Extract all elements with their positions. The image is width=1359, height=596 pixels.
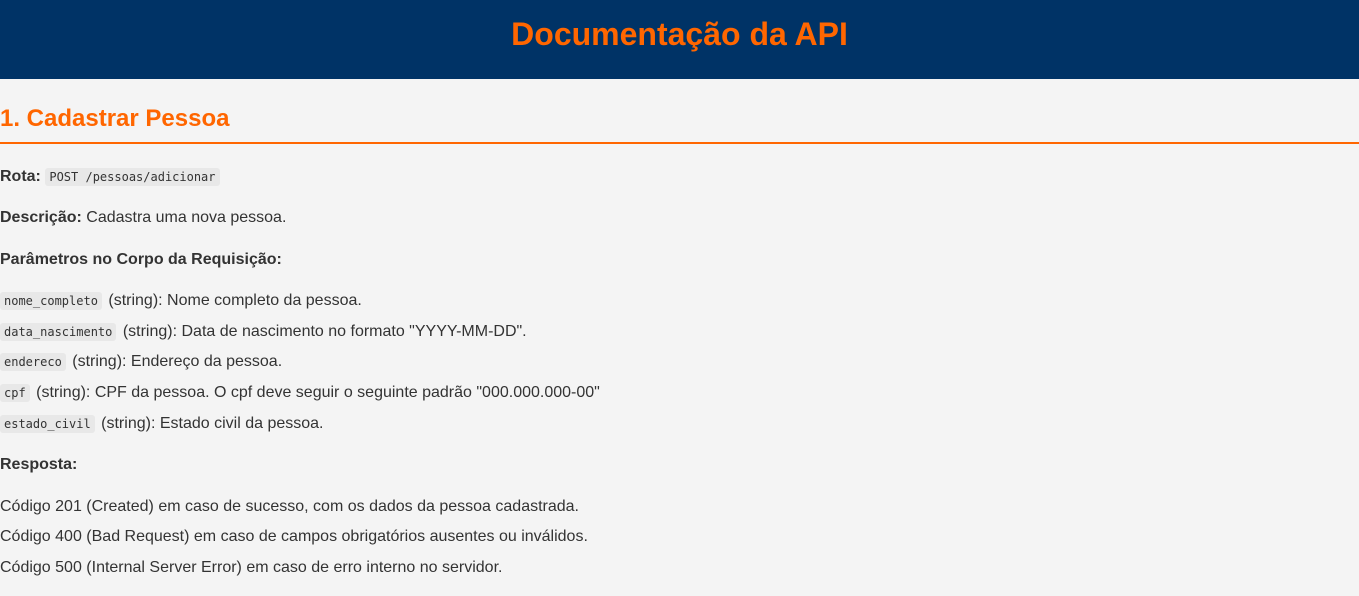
param-desc: (string): Endereço da pessoa. (72, 353, 283, 370)
description-label: Descrição: (0, 209, 82, 226)
param-item: cpf (string): CPF da pessoa. O cpf deve … (0, 383, 600, 403)
param-desc: (string): CPF da pessoa. O cpf deve segu… (36, 384, 600, 401)
response-item: Código 201 (Created) em caso de sucesso,… (0, 498, 579, 515)
param-desc: (string): Data de nascimento no formato … (122, 323, 527, 340)
response-heading: Resposta: (0, 455, 77, 475)
param-item: endereco (string): Endereço da pessoa. (0, 352, 282, 372)
page-title: Documentação da API (511, 15, 848, 52)
response-item: Código 500 (Internal Server Error) em ca… (0, 559, 503, 576)
page-header: Documentação da API (0, 0, 1359, 79)
section-title: 1. Cadastrar Pessoa (0, 105, 230, 132)
section-divider (0, 142, 1359, 144)
response-heading-text: Resposta: (0, 456, 78, 473)
param-desc: (string): Estado civil da pessoa. (101, 415, 324, 432)
params-heading: Parâmetros no Corpo da Requisição: (0, 250, 282, 270)
description-text: Cadastra uma nova pessoa. (81, 209, 287, 226)
param-item: nome_completo (string): Nome completo da… (0, 291, 362, 311)
param-name: data_nascimento (0, 323, 117, 341)
response-item: Código 400 (Bad Request) em caso de camp… (0, 528, 588, 545)
param-name: cpf (0, 384, 30, 402)
param-name: estado_civil (0, 415, 95, 433)
param-item: data_nascimento (string): Data de nascim… (0, 322, 527, 342)
description-line: Descrição: Cadastra uma nova pessoa. (0, 208, 286, 228)
params-heading-text: Parâmetros no Corpo da Requisição: (0, 251, 282, 268)
param-item: estado_civil (string): Estado civil da p… (0, 414, 323, 434)
param-name: nome_completo (0, 292, 102, 310)
route-label: Rota: (0, 168, 41, 185)
route-line: Rota: POST /pessoas/adicionar (0, 167, 222, 187)
param-desc: (string): Nome completo da pessoa. (108, 292, 362, 309)
param-name: endereco (0, 353, 66, 371)
route-code: POST /pessoas/adicionar (45, 168, 220, 186)
